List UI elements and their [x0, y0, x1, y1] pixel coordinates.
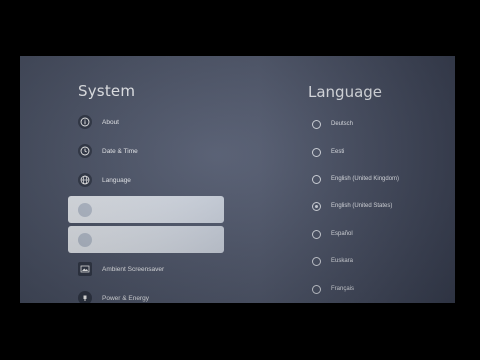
language-option-euskara[interactable]: Euskara — [312, 253, 353, 269]
radio-icon — [312, 174, 321, 184]
radio-icon — [312, 256, 321, 266]
power-icon — [78, 291, 92, 303]
menu-item-label: Ambient Screensaver — [102, 265, 165, 273]
language-option-label: Eesti — [331, 149, 345, 155]
clock-icon — [78, 144, 92, 158]
menu-item-date-time[interactable]: Date & Time — [76, 140, 224, 162]
language-option-label: English (United States) — [331, 203, 393, 209]
menu-item-storage[interactable] — [68, 226, 224, 253]
radio-selected-icon — [312, 201, 321, 211]
menu-item-power-energy[interactable]: Power & Energy — [76, 287, 224, 303]
menu-item-label: Date & Time — [102, 147, 138, 155]
language-option-english-uk[interactable]: English (United Kingdom) — [312, 171, 399, 187]
language-option-label: Español — [331, 231, 353, 237]
language-option-label: Deutsch — [331, 121, 354, 127]
language-option-espanol[interactable]: Español — [312, 226, 353, 242]
tv-screen: System About Date & Time Language Ambien… — [20, 56, 455, 303]
menu-item-ambient-screensaver[interactable]: Ambient Screensaver — [76, 258, 224, 280]
globe-icon — [78, 173, 92, 187]
language-option-label: Français — [331, 286, 355, 292]
menu-item-about[interactable]: About — [76, 111, 224, 133]
menu-item-language[interactable]: Language — [76, 169, 224, 191]
radio-icon — [312, 119, 321, 129]
menu-item-label: Power & Energy — [102, 294, 149, 302]
info-icon — [78, 115, 92, 129]
language-option-label: English (United Kingdom) — [331, 176, 400, 182]
keyboard-icon — [78, 202, 92, 217]
language-option-label: Euskara — [331, 258, 354, 264]
screensaver-icon — [78, 262, 92, 276]
language-option-english-us[interactable]: English (United States) — [312, 198, 392, 214]
radio-icon — [312, 284, 321, 294]
menu-item-keyboard[interactable] — [68, 196, 224, 223]
system-title: System — [78, 82, 136, 100]
language-title: Language — [308, 83, 383, 101]
menu-item-label: Language — [102, 176, 131, 184]
radio-icon — [312, 229, 321, 239]
radio-icon — [312, 147, 321, 157]
storage-icon — [78, 232, 92, 247]
menu-item-label: About — [102, 118, 119, 126]
language-option-francais[interactable]: Français — [312, 281, 354, 297]
language-option-eesti[interactable]: Eesti — [312, 144, 344, 160]
language-option-deutsch[interactable]: Deutsch — [312, 116, 353, 132]
